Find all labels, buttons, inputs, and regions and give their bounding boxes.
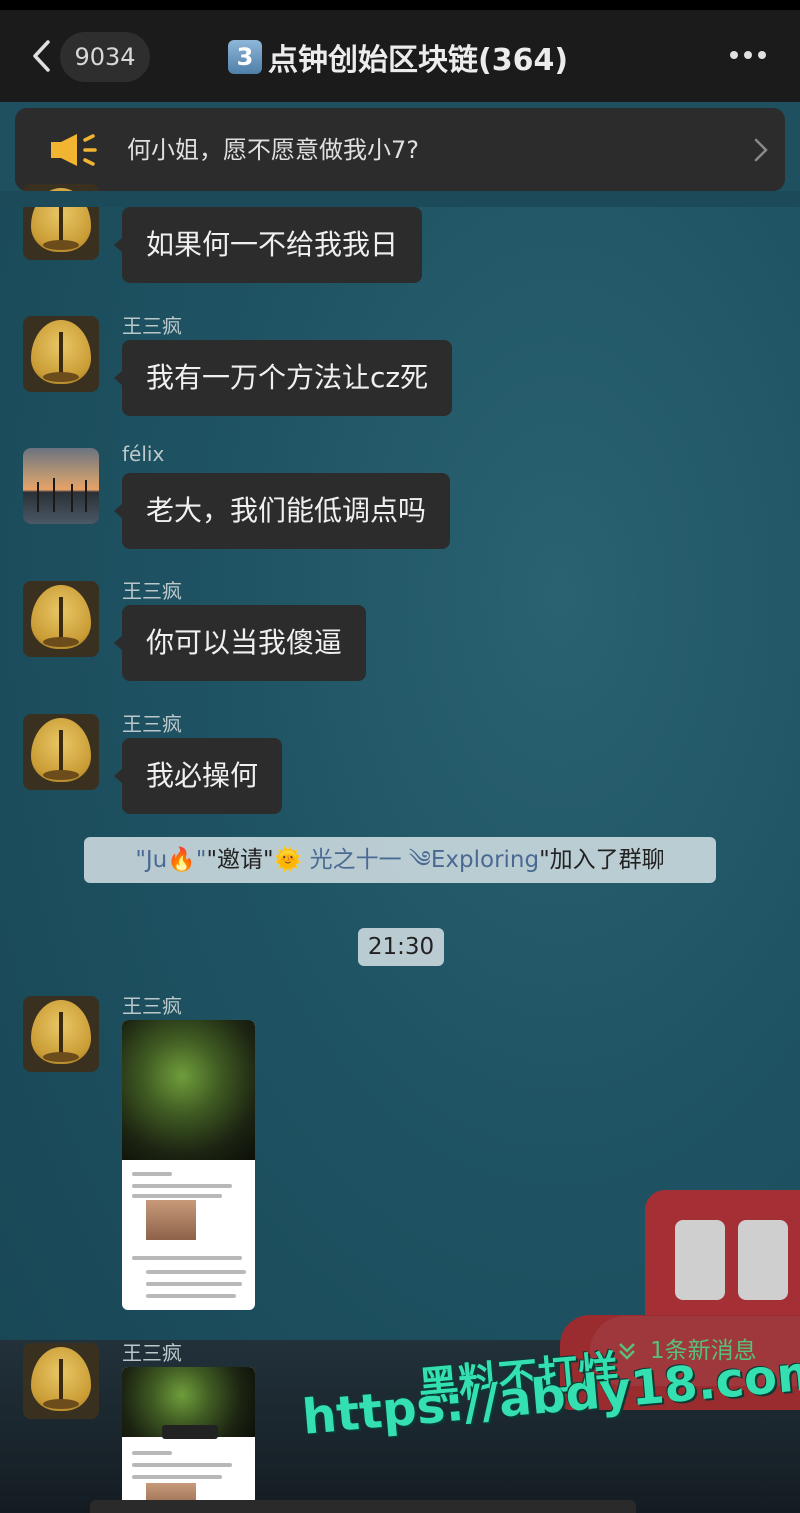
number-badge-icon: 3	[228, 40, 262, 74]
more-options-icon[interactable]	[728, 48, 768, 62]
message-bubble[interactable]: 你可以当我傻逼	[122, 605, 367, 681]
double-chevron-down-icon	[619, 1343, 635, 1360]
avatar[interactable]	[23, 448, 99, 524]
time-divider: 21:30	[358, 928, 444, 966]
invite-verb: "邀请"	[206, 847, 274, 873]
inviter-name[interactable]: "Ju🔥"	[135, 847, 206, 873]
sender-name: 王三疯	[122, 994, 182, 1018]
sender-name: félix	[122, 442, 165, 466]
sender-name: 王三疯	[122, 579, 182, 603]
back-chevron-icon[interactable]	[30, 38, 52, 74]
sender-name: 王三疯	[122, 712, 182, 736]
avatar[interactable]	[23, 996, 99, 1072]
clip-mask	[0, 191, 800, 207]
image-message[interactable]	[122, 1020, 255, 1310]
message-bubble[interactable]: 我有一万个方法让cz死	[122, 340, 453, 416]
status-bar	[0, 0, 800, 10]
avatar[interactable]	[23, 1343, 99, 1419]
system-join-notice: "Ju🔥""邀请"🌞 光之十一 ༄Exploring"加入了群聊	[84, 837, 716, 883]
message-bubble[interactable]: 老大，我们能低调点吗	[122, 473, 451, 549]
announcement-text: 何小姐，愿不愿意做我小7?	[127, 136, 420, 164]
image-message[interactable]	[122, 1367, 255, 1513]
avatar[interactable]	[23, 316, 99, 392]
group-announcement[interactable]: 何小姐，愿不愿意做我小7?	[15, 108, 785, 191]
join-suffix: "加入了群聊	[539, 847, 665, 873]
group-name: 点钟创始区块链(364)	[268, 43, 569, 78]
invitee-name[interactable]: 🌞 光之十一 ༄Exploring	[274, 847, 539, 873]
unread-count-badge[interactable]: 9034	[60, 32, 150, 82]
group-title[interactable]: 3 点钟创始区块链(364)	[228, 32, 568, 82]
sender-name: 王三疯	[122, 314, 182, 338]
chevron-right-icon	[754, 138, 768, 162]
input-bar-edge	[90, 1500, 636, 1513]
sender-name: 王三疯	[122, 1341, 182, 1365]
avatar[interactable]	[23, 581, 99, 657]
avatar[interactable]	[23, 714, 99, 790]
message-bubble[interactable]: 我必操何	[122, 738, 283, 814]
speaker-icon	[51, 134, 97, 166]
chat-header: 9034 3 点钟创始区块链(364)	[0, 10, 800, 102]
message-bubble[interactable]: 如果何一不给我我日	[122, 207, 423, 283]
